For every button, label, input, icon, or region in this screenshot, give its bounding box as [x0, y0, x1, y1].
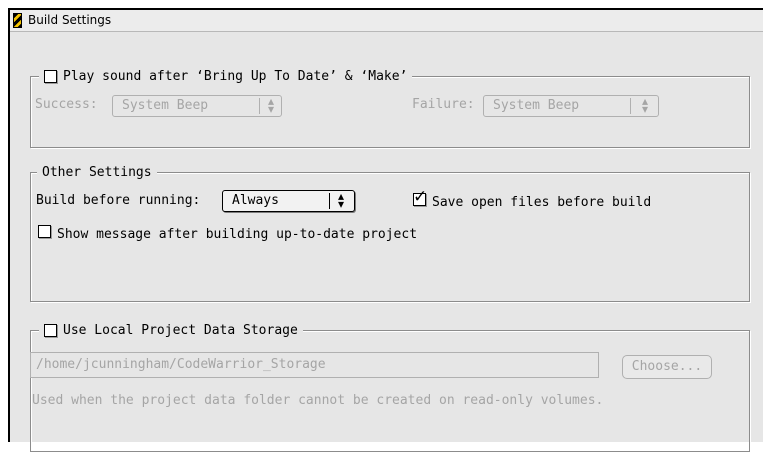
build-before-running-value: Always: [232, 193, 279, 208]
storage-note: Used when the project data folder cannot…: [32, 393, 604, 408]
up-down-arrows-icon: ▴ ▾: [337, 189, 345, 211]
other-settings-legend: Other Settings: [37, 163, 157, 181]
show-message-checkbox[interactable]: [38, 225, 51, 238]
use-local-storage-checkbox[interactable]: [44, 323, 57, 337]
success-sound-value: System Beep: [122, 98, 209, 113]
use-local-storage-row[interactable]: Use Local Project Data Storage: [39, 321, 303, 339]
save-open-files-row[interactable]: ✓ Save open files before build: [413, 189, 651, 210]
save-open-files-label[interactable]: Save open files before build: [432, 195, 651, 210]
sound-group: Play sound after ‘Bring Up To Date’ & ‘M…: [30, 67, 750, 148]
popup-divider: [259, 98, 260, 114]
codewarrior-icon: [13, 13, 22, 28]
popup-divider: [329, 193, 330, 209]
panel-titlebar: Build Settings: [10, 10, 763, 32]
success-label: Success:: [35, 97, 98, 112]
build-before-running-popup[interactable]: Always ▴ ▾: [222, 190, 355, 212]
save-open-files-checkbox[interactable]: ✓: [413, 189, 427, 206]
build-before-running-label: Build before running:: [36, 193, 201, 208]
failure-sound-value: System Beep: [493, 98, 580, 113]
failure-label: Failure:: [412, 97, 475, 112]
other-settings-title: Other Settings: [42, 164, 152, 180]
show-message-row[interactable]: Show message after building up-to-date p…: [38, 225, 417, 242]
success-sound-popup[interactable]: System Beep ▴ ▾: [112, 95, 282, 117]
play-sound-checkbox[interactable]: [44, 69, 57, 83]
play-sound-label[interactable]: Play sound after ‘Bring Up To Date’ & ‘M…: [63, 69, 407, 84]
play-sound-checkbox-row[interactable]: Play sound after ‘Bring Up To Date’ & ‘M…: [39, 67, 413, 85]
storage-path-field[interactable]: /home/jcunningham/CodeWarrior_Storage: [30, 352, 599, 378]
storage-group: Use Local Project Data Storage: [30, 321, 750, 452]
choose-button[interactable]: Choose...: [622, 355, 712, 379]
other-settings-group: Other Settings Build before running: Alw…: [30, 163, 750, 302]
use-local-storage-label[interactable]: Use Local Project Data Storage: [63, 323, 298, 338]
build-settings-panel: Build Settings Play sound after ‘Bring U…: [8, 8, 763, 452]
up-down-arrows-icon: ▴ ▾: [641, 94, 649, 116]
show-message-label[interactable]: Show message after building up-to-date p…: [57, 227, 417, 242]
checkmark-icon: ✓: [413, 187, 428, 207]
panel-title: Build Settings: [28, 13, 112, 27]
failure-sound-popup[interactable]: System Beep ▴ ▾: [483, 95, 659, 117]
popup-divider: [630, 98, 631, 114]
up-down-arrows-icon: ▴ ▾: [267, 94, 275, 116]
